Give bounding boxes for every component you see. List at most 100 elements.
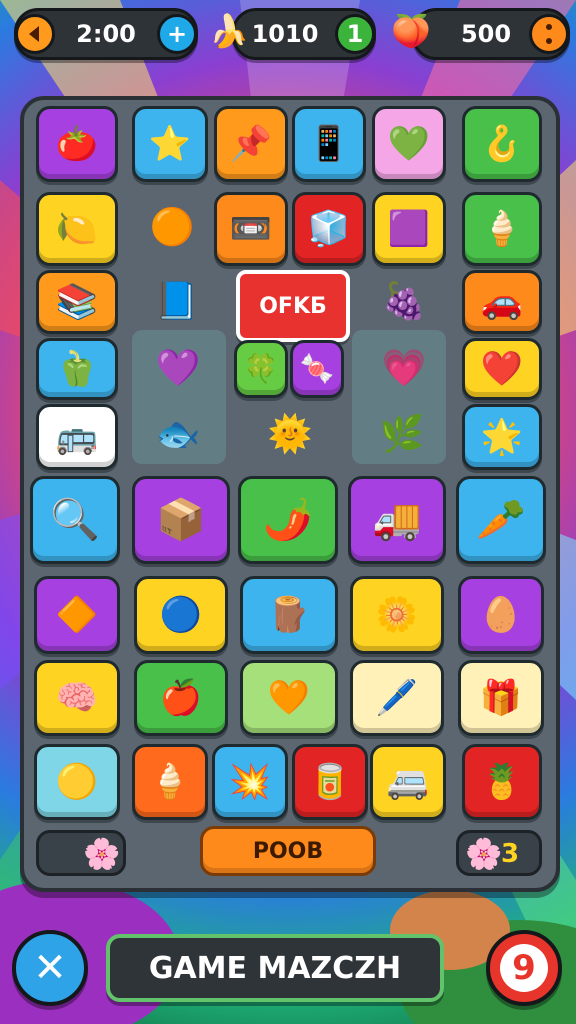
apple-icon: 🍎 — [159, 678, 203, 718]
pushpin-icon: 📌 — [229, 124, 273, 164]
pen-icon: 🖊️ — [375, 678, 419, 718]
lemon-icon: 🍋 — [55, 209, 99, 249]
tile-phone[interactable]: 📱 — [292, 106, 366, 182]
tile-square-face[interactable]: 🟪 — [372, 192, 446, 266]
tile-bus[interactable]: 🚌 — [36, 404, 118, 470]
banner-label: OFKБ — [236, 270, 350, 342]
tile-magnifier[interactable]: 🔍 — [30, 476, 120, 564]
sun-icon: 🌞 — [267, 414, 313, 455]
van-icon: 🎁 — [479, 678, 523, 718]
timer-bar: 2:00 + — [14, 8, 198, 60]
magnifier-icon: 🔍 — [50, 497, 100, 543]
book-icon: 📚 — [55, 282, 99, 322]
booster-slot-left[interactable]: 🌸 — [36, 830, 126, 876]
tile-tomato[interactable]: 🍅 — [36, 106, 118, 182]
carrot-icon: 🥕 — [476, 497, 526, 543]
truck-icon: 🚚 — [372, 497, 422, 543]
plum-icon: 🍇 — [381, 281, 427, 322]
dumbbell-icon: 🔵 — [159, 595, 203, 635]
gem-icon: 💚 — [387, 124, 431, 164]
brain-icon: 🧠 — [55, 678, 99, 718]
log-icon: 🪵 — [267, 595, 311, 635]
tile-heart-pepper[interactable]: 🧡 — [240, 660, 338, 736]
tile-pen[interactable]: 🖊️ — [350, 660, 444, 736]
tile-pushpin[interactable]: 📌 — [214, 106, 288, 182]
star-icon: ⭐ — [148, 124, 192, 164]
tile-box[interactable]: 📦 — [132, 476, 230, 564]
tile-roller[interactable]: 🥫 — [292, 744, 368, 820]
orange-ball-icon: 🟠 — [149, 207, 195, 248]
play-button[interactable]: POOB — [200, 826, 376, 876]
tile-ice-cream[interactable]: 🍦 — [462, 192, 542, 266]
fish-icon: 🐟 — [155, 414, 201, 455]
tile-cassette[interactable]: 📼 — [214, 192, 288, 266]
tile-star-badge[interactable]: 🌟 — [462, 404, 542, 470]
egg-icon: 🥚 — [479, 595, 523, 635]
box-icon: 📦 — [156, 497, 206, 543]
banana-icon: 🍌 — [209, 12, 249, 50]
tile-candy[interactable]: 🍬 — [290, 340, 344, 398]
tile-book[interactable]: 📚 — [36, 270, 118, 334]
tile-gem[interactable]: 🔶 — [34, 576, 120, 654]
menu-button[interactable] — [529, 14, 569, 54]
counter-value: 3 — [501, 839, 520, 869]
heart-icon: ❤️ — [480, 349, 524, 389]
fruit-icon: 🍑 — [391, 12, 431, 50]
yellow-ball-icon: 🟡 — [55, 762, 99, 802]
flower-gear-icon: 🌼 — [375, 595, 419, 635]
car-icon: 🚗 — [480, 282, 524, 322]
tile-apple[interactable]: 🍎 — [134, 660, 228, 736]
candy-icon: 🍬 — [299, 352, 335, 385]
tile-brain[interactable]: 🧠 — [34, 660, 120, 736]
tile-log[interactable]: 🪵 — [240, 576, 338, 654]
tile-gem[interactable]: 💚 — [372, 106, 446, 182]
arrow-left-icon — [29, 26, 39, 42]
spring-icon: 🪝 — [480, 124, 524, 164]
tile-lemon[interactable]: 🍋 — [36, 192, 118, 266]
tile-cube[interactable]: 🧊 — [292, 192, 366, 266]
star-badge-icon: 🌟 — [480, 417, 524, 457]
close-button[interactable]: ✕ — [12, 930, 88, 1006]
tile-pepper[interactable]: 🫑 — [36, 338, 118, 400]
gear-face-icon: 🍀 — [243, 352, 279, 385]
phone-icon: 📱 — [307, 124, 351, 164]
close-icon: ✕ — [33, 945, 67, 991]
tile-carrot[interactable]: 🥕 — [456, 476, 546, 564]
coin-badge[interactable]: 1 — [335, 14, 375, 54]
tile-cone[interactable]: 🍦 — [132, 744, 208, 820]
tile-car[interactable]: 🚗 — [462, 270, 542, 334]
tile-star[interactable]: ⭐ — [132, 106, 208, 182]
cone-icon: 🍦 — [148, 762, 192, 802]
tile-bus-pink[interactable]: 🚐 — [370, 744, 446, 820]
timer-value: 2:00 — [76, 20, 136, 48]
chili-icon: 🌶️ — [263, 497, 313, 543]
add-time-button[interactable]: + — [157, 14, 197, 54]
bus-icon: 🚐 — [386, 762, 430, 802]
tile-truck[interactable]: 🚚 — [348, 476, 446, 564]
pink-heart-icon: 💗 — [381, 348, 427, 389]
tile-heart[interactable]: ❤️ — [462, 338, 542, 400]
tile-yellow-ball[interactable]: 🟡 — [34, 744, 120, 820]
coins-bar: 1010 1 — [232, 8, 376, 60]
tile-egg[interactable]: 🥚 — [458, 576, 544, 654]
tile-van[interactable]: 🎁 — [458, 660, 544, 736]
tile-chili[interactable]: 🌶️ — [238, 476, 338, 564]
cube-icon: 🧊 — [307, 209, 351, 249]
tile-gear-face[interactable]: 🍀 — [234, 340, 288, 398]
tile-pineapple[interactable]: 🍍 — [462, 744, 542, 820]
pineapple-icon: 🍍 — [480, 762, 524, 802]
blue-book-icon: 📘 — [153, 281, 199, 322]
tile-sparkle[interactable]: 💥 — [212, 744, 288, 820]
tile-dumbbell[interactable]: 🔵 — [134, 576, 228, 654]
plus-icon: + — [166, 20, 188, 48]
flower-face-icon: 🌸 — [83, 837, 121, 872]
score-bar: 500 — [412, 8, 570, 60]
counter-slot: 🌸 3 — [456, 830, 542, 876]
level-button[interactable]: 9 — [486, 930, 562, 1006]
heart-outline-icon: 💜 — [155, 348, 201, 389]
tile-spring[interactable]: 🪝 — [462, 106, 542, 182]
tile-flower-gear[interactable]: 🌼 — [350, 576, 444, 654]
gem-icon: 🔶 — [55, 595, 99, 635]
roller-icon: 🥫 — [308, 762, 352, 802]
back-button[interactable] — [15, 14, 55, 54]
